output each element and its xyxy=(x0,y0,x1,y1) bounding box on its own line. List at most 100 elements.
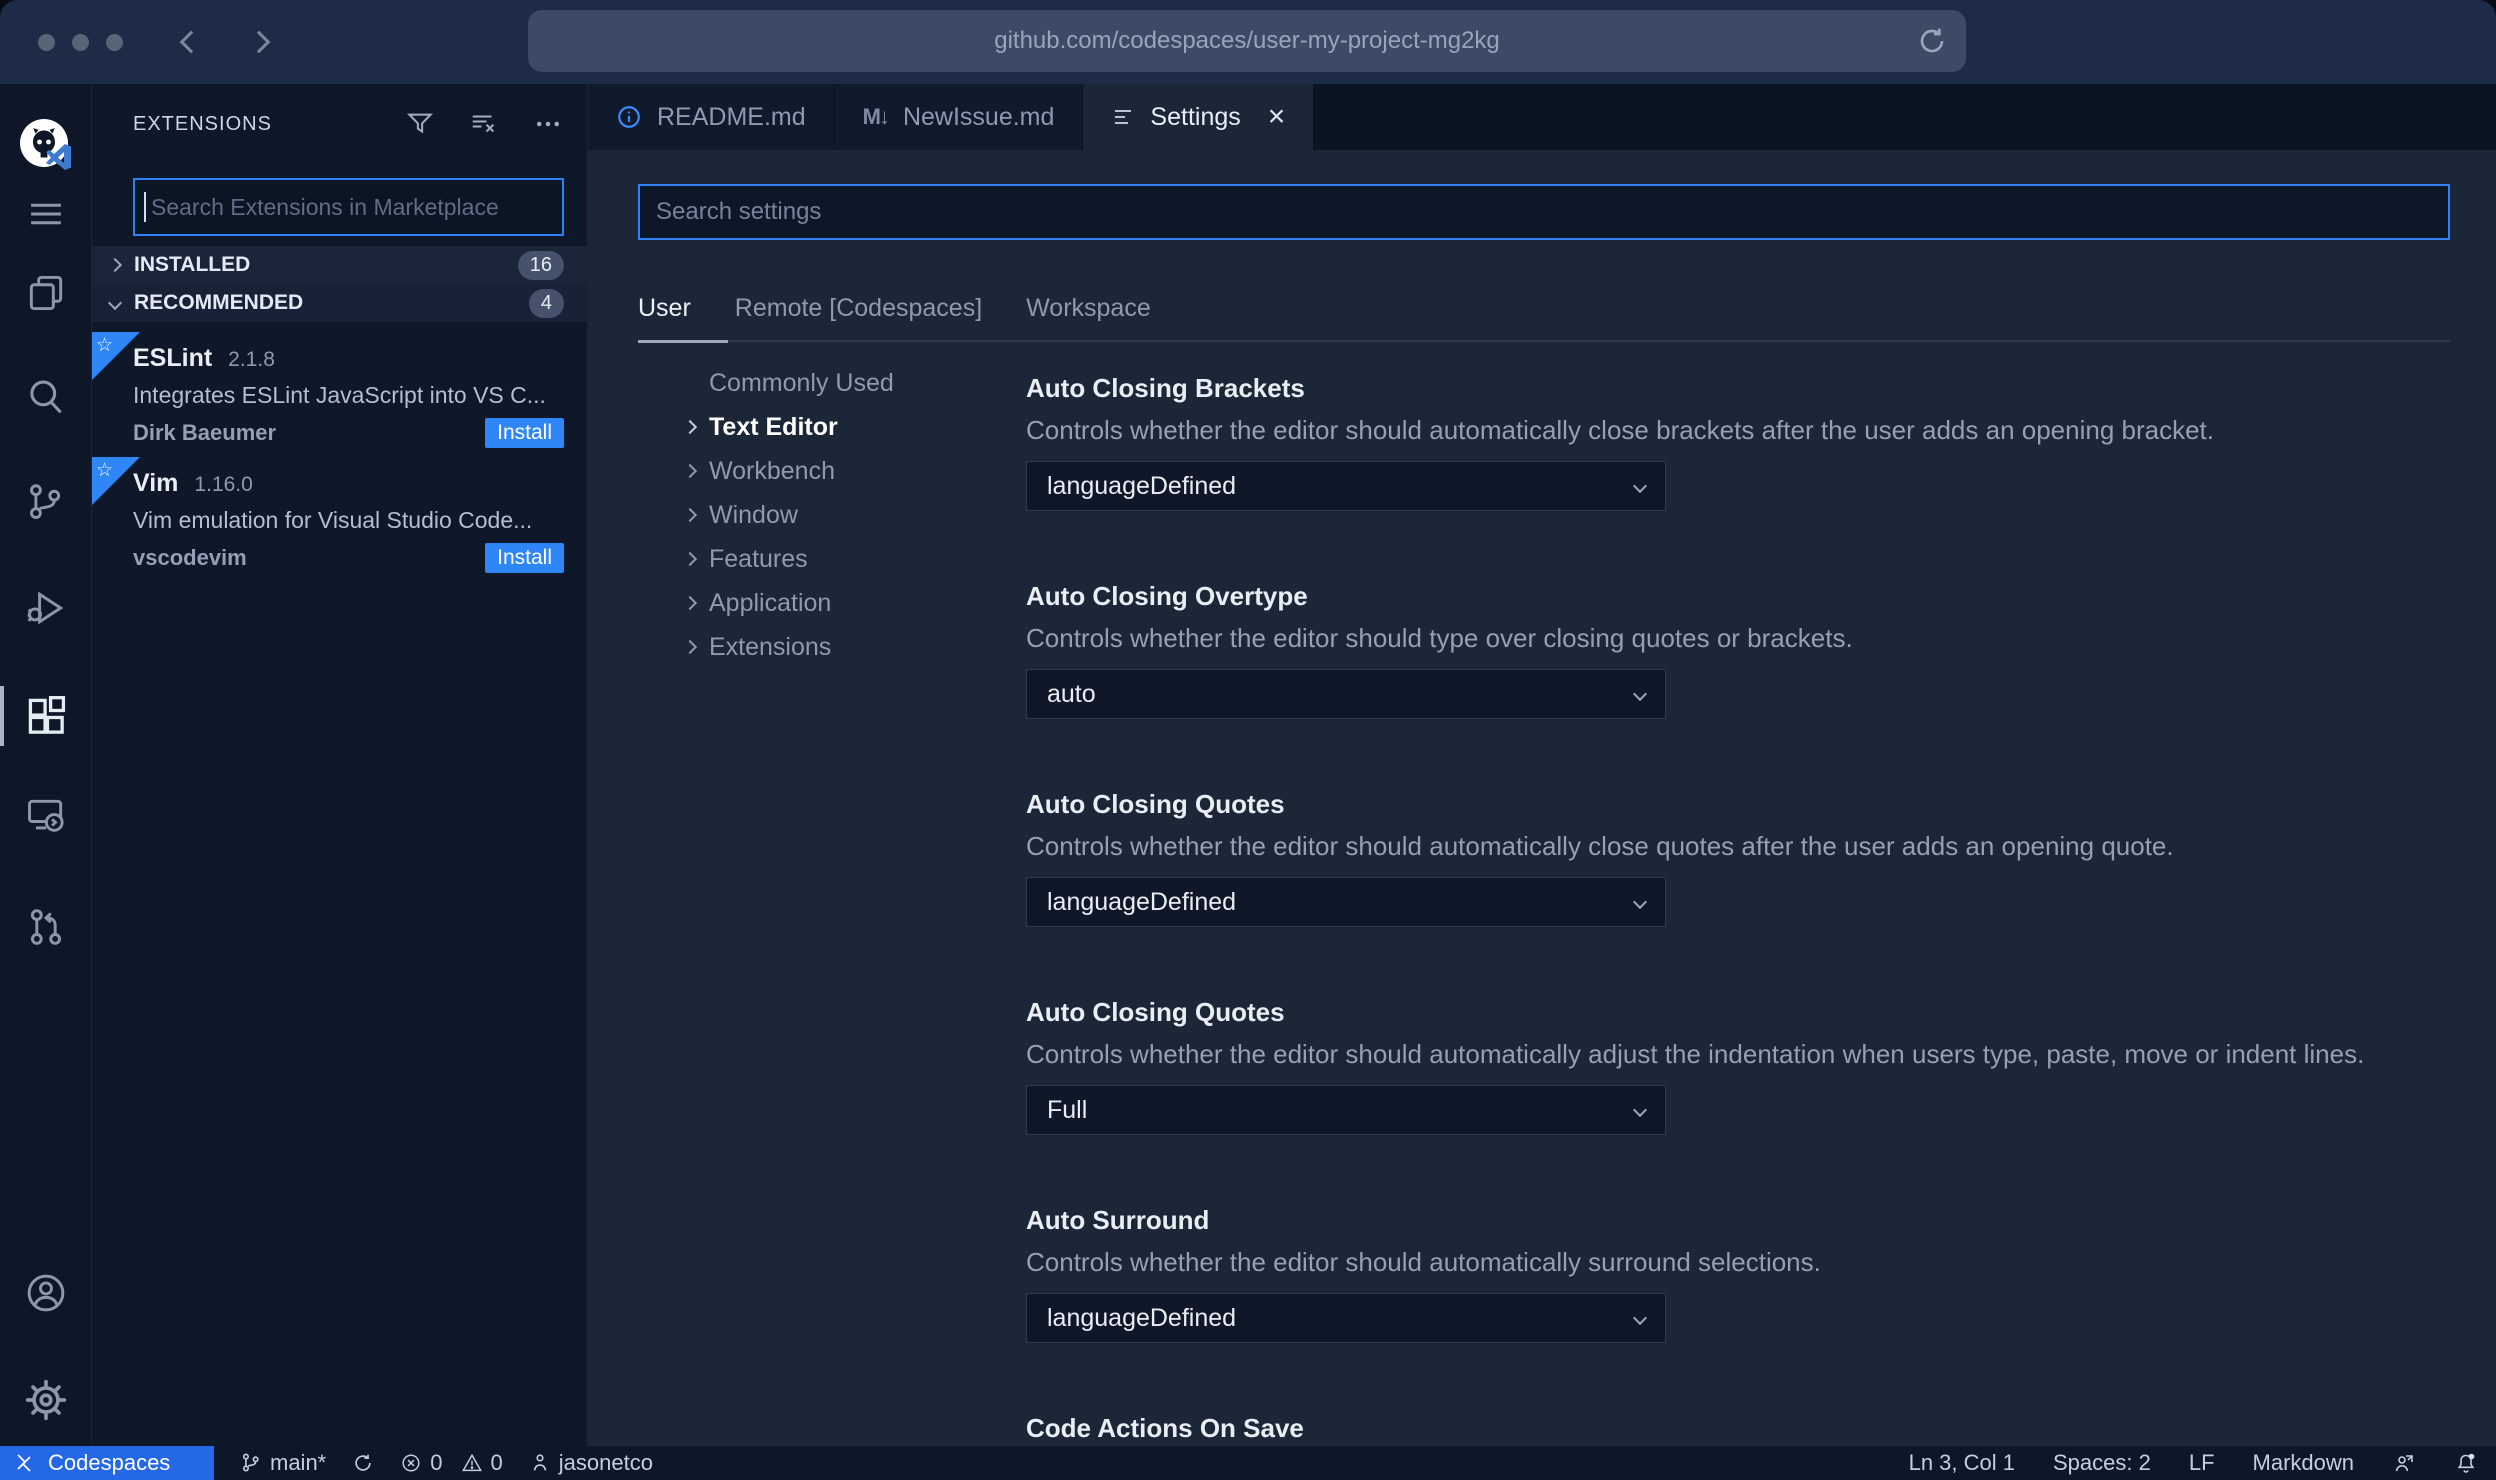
github-pr-icon[interactable] xyxy=(0,903,92,951)
warnings-icon xyxy=(461,1453,482,1472)
chevron-right-icon xyxy=(682,419,698,435)
setting-select[interactable]: languageDefined xyxy=(1026,461,1666,511)
chevron-down-icon xyxy=(107,295,123,311)
minimize-window-button[interactable] xyxy=(72,33,89,51)
branch-indicator[interactable]: main* xyxy=(240,1450,326,1476)
recommended-count-badge: 4 xyxy=(528,288,564,318)
github-codespaces-logo xyxy=(0,114,92,178)
tab-settings[interactable]: Settings × xyxy=(1083,84,1315,150)
toc-features[interactable]: Features xyxy=(638,537,1026,581)
maximize-window-button[interactable] xyxy=(106,33,123,51)
toc-workbench[interactable]: Workbench xyxy=(638,449,1026,493)
menu-icon[interactable] xyxy=(0,190,92,238)
traffic-lights xyxy=(38,33,123,51)
chevron-right-icon xyxy=(682,595,698,611)
language-mode[interactable]: Markdown xyxy=(2253,1450,2354,1476)
setting-select[interactable]: languageDefined xyxy=(1026,877,1666,927)
extensions-search[interactable] xyxy=(133,178,564,236)
chevron-down-icon xyxy=(1632,894,1648,910)
chevron-down-icon xyxy=(1632,478,1648,494)
settings-toc: Commonly Used Text Editor Workbench Wind… xyxy=(638,361,1026,1446)
search-icon[interactable] xyxy=(0,374,92,422)
chevron-down-icon xyxy=(1632,686,1648,702)
scope-tab-remote[interactable]: Remote [Codespaces] xyxy=(735,294,982,323)
branch-icon xyxy=(242,1453,259,1472)
source-control-icon[interactable] xyxy=(0,479,92,527)
activity-bar xyxy=(0,84,92,1446)
browser-window: github.com/codespaces/user-my-project-mg… xyxy=(0,0,2496,1480)
url-bar[interactable]: github.com/codespaces/user-my-project-mg… xyxy=(528,10,1966,72)
close-window-button[interactable] xyxy=(38,33,55,51)
remote-explorer-icon[interactable] xyxy=(0,792,92,840)
extension-item-eslint[interactable]: ☆ ESLint 2.1.8 Integrates ESLint JavaScr… xyxy=(92,332,587,454)
section-recommended[interactable]: RECOMMENDED 4 xyxy=(92,284,587,322)
setting-select[interactable]: Full xyxy=(1026,1085,1666,1135)
notifications-bell-icon[interactable] xyxy=(2454,1451,2478,1475)
recommended-ribbon-icon: ☆ xyxy=(92,332,140,380)
setting-select[interactable]: languageDefined xyxy=(1026,1293,1666,1343)
toc-extensions[interactable]: Extensions xyxy=(638,625,1026,669)
remote-icon xyxy=(17,1454,31,1472)
chevron-right-icon xyxy=(682,639,698,655)
chevron-right-icon xyxy=(682,507,698,523)
toc-window[interactable]: Window xyxy=(638,493,1026,537)
extensions-search-input[interactable] xyxy=(146,193,562,221)
close-icon[interactable]: × xyxy=(1268,102,1286,132)
chevron-right-icon xyxy=(682,551,698,567)
toc-commonly-used[interactable]: Commonly Used xyxy=(638,361,1026,405)
scope-tab-user[interactable]: User xyxy=(638,294,691,323)
sync-indicator[interactable] xyxy=(352,1452,374,1474)
settings-editor-icon xyxy=(1115,110,1132,124)
markdown-icon: M↓ xyxy=(862,104,890,129)
recommended-ribbon-icon: ☆ xyxy=(92,457,140,505)
info-icon xyxy=(618,106,640,128)
status-bar: Codespaces main* 0 0 jasonetco Ln 3, Col… xyxy=(0,1446,2496,1480)
account-icon[interactable] xyxy=(0,1269,92,1317)
clear-filter-icon[interactable] xyxy=(469,109,499,139)
scope-tab-workspace[interactable]: Workspace xyxy=(1026,294,1151,323)
extensions-sidebar: EXTENSIONS Search Extensions in Marketpl… xyxy=(92,84,588,1446)
settings-search[interactable] xyxy=(638,184,2450,240)
codespaces-remote-button[interactable]: Codespaces xyxy=(0,1446,214,1480)
browser-chrome: github.com/codespaces/user-my-project-mg… xyxy=(0,0,2496,84)
setting-select[interactable]: auto xyxy=(1026,669,1666,719)
setting-entry: Auto Closing Quotes Controls whether the… xyxy=(1026,997,2450,1135)
toc-application[interactable]: Application xyxy=(638,581,1026,625)
extensions-icon[interactable] xyxy=(0,686,92,746)
user-indicator[interactable]: jasonetco xyxy=(529,1450,653,1476)
chevron-right-icon xyxy=(107,257,123,273)
active-tab-underline xyxy=(638,340,728,343)
editor-tab-bar: README.md M↓ NewIssue.md Settings × xyxy=(588,84,2496,150)
indentation[interactable]: Spaces: 2 xyxy=(2053,1450,2151,1476)
cursor-position[interactable]: Ln 3, Col 1 xyxy=(1909,1450,2015,1476)
reload-icon[interactable] xyxy=(1916,25,1948,57)
section-installed[interactable]: INSTALLED 16 xyxy=(92,246,587,284)
tab-newissue[interactable]: M↓ NewIssue.md xyxy=(834,84,1084,150)
scope-tabs-divider xyxy=(638,340,2450,342)
setting-entry: Auto Closing Overtype Controls whether t… xyxy=(1026,581,2450,719)
back-icon[interactable] xyxy=(179,30,203,54)
eol-indicator[interactable]: LF xyxy=(2189,1450,2215,1476)
chevron-down-icon xyxy=(1632,1310,1648,1326)
install-button[interactable]: Install xyxy=(485,543,564,573)
sync-icon xyxy=(355,1454,371,1471)
installed-count-badge: 16 xyxy=(517,250,564,280)
run-debug-icon[interactable] xyxy=(0,584,92,632)
filter-icon[interactable] xyxy=(405,109,435,139)
toc-text-editor[interactable]: Text Editor xyxy=(638,405,1026,449)
explorer-icon[interactable] xyxy=(0,269,92,317)
more-actions-icon[interactable] xyxy=(533,109,563,139)
settings-entries: Auto Closing Brackets Controls whether t… xyxy=(1026,361,2450,1446)
sidebar-title: EXTENSIONS xyxy=(133,112,272,135)
install-button[interactable]: Install xyxy=(485,418,564,448)
settings-gear-icon[interactable] xyxy=(0,1376,92,1424)
tab-readme[interactable]: README.md xyxy=(588,84,835,150)
setting-entry: Auto Closing Brackets Controls whether t… xyxy=(1026,373,2450,511)
feedback-icon[interactable] xyxy=(2392,1451,2416,1475)
setting-entry: Auto Surround Controls whether the edito… xyxy=(1026,1205,2450,1343)
problems-indicator[interactable]: 0 0 xyxy=(400,1450,503,1476)
extension-item-vim[interactable]: ☆ Vim 1.16.0 Vim emulation for Visual St… xyxy=(92,457,587,579)
url-text: github.com/codespaces/user-my-project-mg… xyxy=(994,27,1500,54)
forward-icon[interactable] xyxy=(247,30,271,54)
settings-search-input[interactable] xyxy=(656,198,2432,226)
